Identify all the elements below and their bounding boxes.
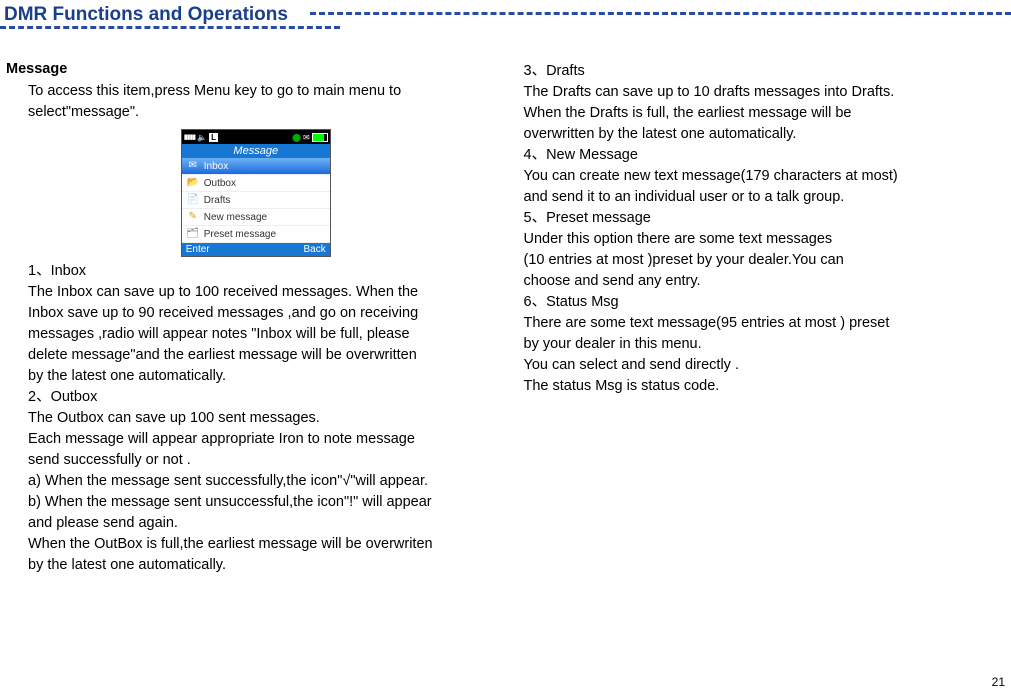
softkey-back: Back [304, 244, 326, 255]
outbox-text: The Outbox can save up 100 sent messages… [28, 408, 484, 429]
inbox-text: messages ,radio will appear notes "Inbox… [28, 324, 484, 345]
menu-label: Preset message [204, 229, 276, 240]
menu-item-inbox: ✉ Inbox [182, 158, 330, 175]
speaker-icon: 🔈 [197, 133, 207, 142]
heading-status-msg: 6、Status Msg [524, 292, 1002, 313]
inbox-text: delete message"and the earliest message … [28, 345, 484, 366]
drafts-icon: 📄 [186, 194, 200, 206]
drafts-text: The Drafts can save up to 10 drafts mess… [524, 82, 1002, 103]
drafts-text: When the Drafts is full, the earliest me… [524, 103, 1002, 124]
outbox-text: a) When the message sent successfully,th… [28, 471, 484, 492]
inbox-text: The Inbox can save up to 100 received me… [28, 282, 484, 303]
page-title: DMR Functions and Operations [0, 4, 296, 26]
menu-item-new: ✎ New message [182, 209, 330, 226]
heading-outbox: 2、Outbox [28, 387, 484, 408]
outbox-icon: 📂 [186, 177, 200, 189]
preset-text: Under this option there are some text me… [524, 229, 1002, 250]
menu-item-preset: 🗂 Preset message [182, 226, 330, 243]
drafts-text: overwritten by the latest one automatica… [524, 124, 1002, 145]
outbox-text: send successfully or not . [28, 450, 484, 471]
menu-label: Drafts [204, 195, 231, 206]
intro-line1: To access this item,press Menu key to go… [28, 81, 484, 102]
status-msg-text: There are some text message(95 entries a… [524, 313, 1002, 334]
outbox-text: When the OutBox is full,the earliest mes… [28, 534, 484, 555]
outbox-text: by the latest one automatically. [28, 555, 484, 576]
heading-new-message: 4、New Message [524, 145, 1002, 166]
inbox-text: Inbox save up to 90 received messages ,a… [28, 303, 484, 324]
battery-icon [312, 133, 328, 142]
status-msg-text: The status Msg is status code. [524, 376, 1002, 397]
outbox-text: and please send again. [28, 513, 484, 534]
status-bar: ▮▮▮▮ 🔈 L ⬤ ✉ [182, 130, 330, 144]
outbox-text: b) When the message sent unsuccessful,th… [28, 492, 484, 513]
inbox-text: by the latest one automatically. [28, 366, 484, 387]
status-L: L [209, 133, 218, 142]
heading-preset: 5、Preset message [524, 208, 1002, 229]
antenna-icon: ⬤ [292, 133, 301, 142]
preset-message-icon: 🗂 [186, 228, 200, 240]
inbox-icon: ✉ [186, 160, 200, 172]
screen-title: Message [182, 144, 330, 158]
new-message-text: You can create new text message(179 char… [524, 166, 1002, 187]
preset-text: choose and send any entry. [524, 271, 1002, 292]
menu-label: Inbox [204, 161, 228, 172]
status-msg-text: by your dealer in this menu. [524, 334, 1002, 355]
intro-line2: select"message". [28, 102, 484, 123]
new-message-text: and send it to an individual user or to … [524, 187, 1002, 208]
section-message: Message [6, 61, 484, 77]
menu-item-drafts: 📄 Drafts [182, 192, 330, 209]
divider-bottom [0, 26, 340, 29]
softkey-enter: Enter [186, 244, 210, 255]
page-number: 21 [992, 675, 1005, 689]
signal-icon: ▮▮▮▮ [184, 133, 195, 141]
menu-label: New message [204, 212, 267, 223]
menu-item-outbox: 📂 Outbox [182, 175, 330, 192]
heading-inbox: 1、Inbox [28, 261, 484, 282]
outbox-text: Each message will appear appropriate Iro… [28, 429, 484, 450]
menu-list: ✉ Inbox 📂 Outbox 📄 Drafts ✎ New message [182, 158, 330, 243]
softkey-bar: Enter Back [182, 243, 330, 256]
device-screenshot: ▮▮▮▮ 🔈 L ⬤ ✉ Message ✉ Inbox [181, 129, 331, 257]
new-message-icon: ✎ [186, 211, 200, 223]
divider-top [310, 12, 1011, 15]
msg-icon: ✉ [303, 133, 310, 142]
preset-text: (10 entries at most )preset by your deal… [524, 250, 1002, 271]
status-msg-text: You can select and send directly . [524, 355, 1002, 376]
heading-drafts: 3、Drafts [524, 61, 1002, 82]
menu-label: Outbox [204, 178, 236, 189]
